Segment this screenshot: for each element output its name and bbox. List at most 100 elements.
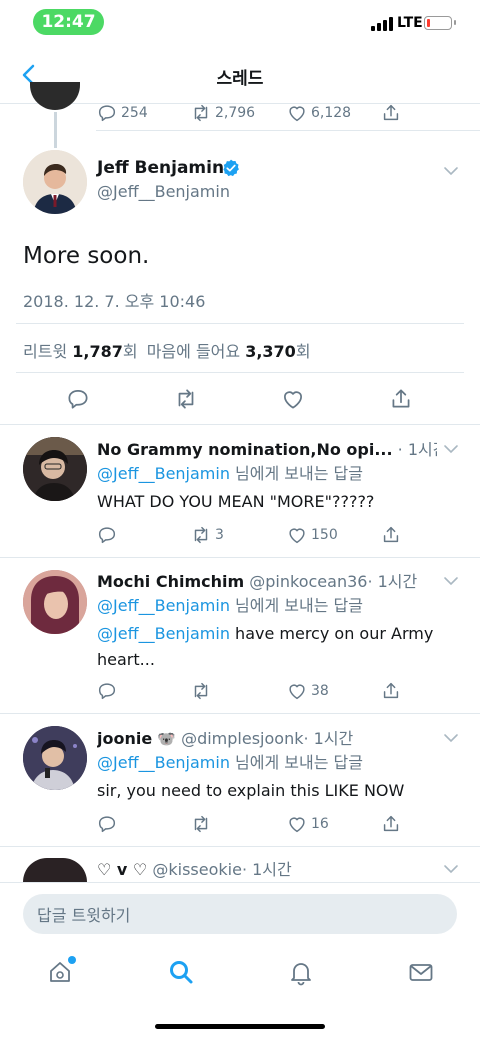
reply-avatar[interactable] xyxy=(23,437,87,501)
share-icon xyxy=(383,682,399,699)
like-count: 38 xyxy=(311,683,329,699)
share-button[interactable] xyxy=(380,680,402,702)
messages-icon xyxy=(409,964,433,981)
retweet-count: 2,796 xyxy=(215,105,256,121)
reply-text: WHAT DO YOU MEAN "MORE"????? xyxy=(97,492,375,511)
heart-icon xyxy=(289,106,305,122)
heart-icon xyxy=(284,391,302,409)
retweet-button[interactable] xyxy=(190,680,212,702)
retweet-button[interactable]: 3 xyxy=(190,524,224,546)
like-button[interactable]: 6,128 xyxy=(286,102,351,124)
reply-author-name[interactable]: joonie xyxy=(97,729,152,748)
main-share-button[interactable] xyxy=(388,386,414,416)
tab-search[interactable] xyxy=(167,958,195,990)
reply-icon xyxy=(98,527,116,544)
divider xyxy=(0,557,480,558)
main-reply-button[interactable] xyxy=(65,386,91,416)
reply-actions: 38 xyxy=(96,680,406,706)
reply-actions: 3 150 xyxy=(96,524,406,550)
share-button[interactable] xyxy=(380,813,402,835)
reply-button[interactable] xyxy=(96,813,118,835)
main-author-name[interactable]: Jeff Benjamin xyxy=(97,158,224,178)
reply-text-body: have mercy on our Army xyxy=(229,624,434,643)
reply-author-name[interactable]: ♡ v ♡ xyxy=(97,860,147,879)
main-author-handle[interactable]: @Jeff__Benjamin xyxy=(97,182,230,201)
like-button[interactable]: 150 xyxy=(286,524,338,546)
like-stat-label: 마음에 들어요 xyxy=(146,342,241,361)
retweet-count: 3 xyxy=(215,527,224,543)
reply-text: @Jeff__Benjamin have mercy on our Army xyxy=(97,620,433,648)
status-bar: 12:47 LTE xyxy=(0,0,480,46)
reply-author-handle[interactable]: @pinkocean36 xyxy=(249,572,367,591)
chevron-down-icon[interactable] xyxy=(443,576,459,586)
divider xyxy=(96,130,480,131)
tab-bar xyxy=(0,944,480,1039)
verified-icon xyxy=(223,159,239,177)
tab-messages[interactable] xyxy=(407,958,435,990)
reply-author-name[interactable]: Mochi Chimchim xyxy=(97,572,244,591)
reply-text-mention[interactable]: @Jeff__Benjamin xyxy=(97,624,230,643)
divider xyxy=(0,713,480,714)
main-retweet-button[interactable] xyxy=(173,386,199,416)
parent-avatar[interactable] xyxy=(30,82,80,110)
reply-author-name[interactable]: No Grammy nomination,No opi... xyxy=(97,440,393,459)
reply-header: ♡ v ♡ @kisseokie· 1시간 xyxy=(97,856,437,880)
retweet-icon xyxy=(178,389,194,409)
like-stat-count[interactable]: 3,370 xyxy=(245,342,296,361)
like-count: 150 xyxy=(311,527,338,543)
chevron-down-icon[interactable] xyxy=(443,444,459,454)
share-icon xyxy=(383,815,399,832)
composer-placeholder: 답글 트윗하기 xyxy=(37,906,131,925)
reply-to-suffix: 님에게 보내는 답글 xyxy=(229,753,363,772)
like-count: 16 xyxy=(311,816,329,832)
network-label: LTE xyxy=(397,15,423,31)
retweet-stat-count[interactable]: 1,787 xyxy=(72,342,123,361)
reply-to-line: @Jeff__Benjamin 님에게 보내는 답글 xyxy=(97,592,363,620)
share-button[interactable] xyxy=(380,102,402,124)
thread-line xyxy=(54,112,57,148)
reply-to-mention[interactable]: @Jeff__Benjamin xyxy=(97,753,230,772)
reply-author-handle[interactable]: @dimplesjoonk xyxy=(181,729,303,748)
reply-text-line2: heart... xyxy=(97,650,155,669)
reply-time: · 1시간 xyxy=(241,860,292,879)
reply-to-line: @Jeff__Benjamin 님에게 보내는 답글 xyxy=(97,460,363,488)
divider xyxy=(0,424,480,425)
share-icon xyxy=(392,389,410,408)
retweet-button[interactable]: 2,796 xyxy=(190,102,255,124)
retweet-icon xyxy=(194,815,208,833)
reply-button[interactable]: 254 xyxy=(96,102,148,124)
main-tweet-text: More soon. xyxy=(23,243,150,269)
search-icon xyxy=(170,961,193,984)
retweet-icon xyxy=(194,104,208,122)
reply-text: sir, you need to explain this LIKE NOW xyxy=(97,781,405,800)
chevron-down-icon[interactable] xyxy=(443,733,459,743)
reply-composer-input[interactable]: 답글 트윗하기 xyxy=(23,894,457,934)
divider xyxy=(0,846,480,847)
reply-header: No Grammy nomination,No opi... · 1시간 xyxy=(97,436,437,460)
reply-author-handle[interactable]: @kisseokie xyxy=(152,860,242,879)
reply-button[interactable] xyxy=(96,524,118,546)
share-button[interactable] xyxy=(380,524,402,546)
like-button[interactable]: 16 xyxy=(286,813,329,835)
heart-icon xyxy=(289,817,305,833)
reply-avatar[interactable] xyxy=(23,726,87,790)
reply-avatar[interactable] xyxy=(23,858,87,882)
reply-to-suffix: 님에게 보내는 답글 xyxy=(229,464,363,483)
main-like-button[interactable] xyxy=(280,386,306,416)
chevron-down-icon[interactable] xyxy=(443,864,459,874)
share-icon xyxy=(383,526,399,543)
battery-icon xyxy=(424,16,456,30)
main-avatar[interactable] xyxy=(23,150,87,214)
tab-home[interactable] xyxy=(46,956,76,990)
reply-button[interactable] xyxy=(96,680,118,702)
tab-notifications[interactable] xyxy=(287,958,315,990)
notifications-icon xyxy=(291,963,311,986)
like-button[interactable]: 38 xyxy=(286,680,329,702)
chevron-down-icon[interactable] xyxy=(443,166,459,176)
reply-to-mention[interactable]: @Jeff__Benjamin xyxy=(97,464,230,483)
retweet-button[interactable] xyxy=(190,813,212,835)
reply-to-mention[interactable]: @Jeff__Benjamin xyxy=(97,596,230,615)
avatar-photo xyxy=(23,150,87,214)
reply-header: joonie 🐨 @dimplesjoonk· 1시간 xyxy=(97,725,437,749)
reply-avatar[interactable] xyxy=(23,570,87,634)
